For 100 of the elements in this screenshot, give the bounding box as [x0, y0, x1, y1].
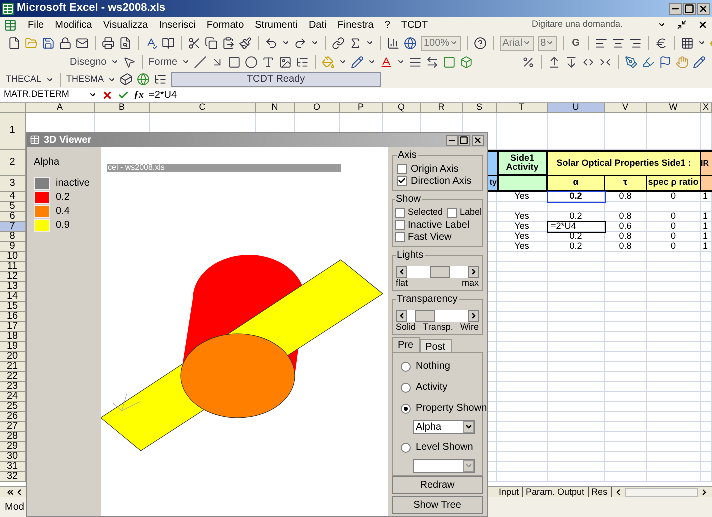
function-button[interactable]: ƒx	[134, 88, 144, 102]
shapes-menu[interactable]: Forme	[148, 54, 178, 70]
row-header[interactable]: 23	[0, 382, 26, 392]
diagram-icon[interactable]	[296, 56, 309, 68]
checkbox[interactable]	[447, 208, 458, 218]
row-header[interactable]: 29	[0, 442, 26, 452]
pointer-icon[interactable]	[122, 56, 136, 68]
checkbox-label[interactable]: Selected	[408, 206, 444, 220]
font-dropdown[interactable]: Arial	[500, 36, 534, 50]
mail-icon[interactable]	[76, 36, 89, 50]
globe-icon[interactable]	[137, 73, 150, 86]
oval-icon[interactable]	[244, 56, 258, 68]
horizontal-scrollbar[interactable]	[624, 488, 698, 496]
thesma-menu[interactable]: THESMA	[66, 72, 104, 86]
dialog-button[interactable]: Redraw	[392, 476, 483, 494]
3d-box-icon[interactable]	[460, 56, 473, 68]
book-icon[interactable]	[162, 36, 175, 50]
radio-label[interactable]: Level Shown	[416, 440, 474, 455]
line-style-icon[interactable]	[408, 56, 422, 68]
globe-icon[interactable]	[404, 36, 417, 50]
scroll-right-button[interactable]	[468, 266, 479, 278]
close-icon[interactable]	[697, 2, 710, 14]
radio-button[interactable]	[401, 362, 411, 372]
line-icon[interactable]	[194, 56, 207, 68]
dropdown[interactable]: Alpha	[413, 420, 475, 434]
tab[interactable]: Pre	[392, 337, 420, 352]
row-header[interactable]: 12	[0, 272, 26, 282]
slider-thumb[interactable]	[430, 266, 450, 278]
bold-button[interactable]: G	[570, 36, 582, 50]
thecal-menu[interactable]: THECAL	[6, 72, 42, 86]
row-header[interactable]: 22	[0, 372, 26, 382]
sheet-tab[interactable]: Param. Output	[523, 487, 589, 497]
row-header[interactable]: 16	[0, 312, 26, 322]
help-icon[interactable]	[474, 36, 487, 50]
row-header[interactable]: 17	[0, 322, 26, 332]
row-header[interactable]: 2	[0, 150, 26, 176]
align-right-icon[interactable]	[628, 36, 642, 50]
sheet-tab[interactable]: Input	[496, 487, 524, 497]
menu-item[interactable]: Modifica	[55, 18, 92, 32]
printer-icon[interactable]	[102, 36, 115, 50]
checkbox-label[interactable]: Label	[460, 206, 482, 220]
column-header[interactable]: U	[548, 103, 605, 113]
maximize-icon[interactable]	[683, 2, 696, 14]
row-header[interactable]: 4	[0, 192, 26, 202]
row-header[interactable]: 3	[0, 176, 26, 192]
borders-icon[interactable]	[680, 36, 694, 50]
menu-item[interactable]: Dati	[308, 18, 327, 32]
sheet-tab[interactable]: Res	[588, 487, 612, 497]
radio-button[interactable]	[401, 404, 411, 414]
scroll-right-icon[interactable]	[700, 488, 709, 496]
minimize-icon[interactable]	[446, 134, 458, 146]
euro-icon[interactable]	[654, 36, 668, 50]
row-header[interactable]: 8	[0, 232, 26, 242]
copy-icon[interactable]	[205, 36, 218, 50]
radio-button[interactable]	[401, 382, 411, 392]
draw-menu[interactable]: Disegno	[70, 54, 107, 70]
radio-label[interactable]: Property Shown	[416, 401, 487, 416]
row-header[interactable]: 11	[0, 262, 26, 272]
menu-item[interactable]: TCDT	[401, 18, 428, 32]
arrow-style-icon[interactable]	[426, 56, 439, 68]
maximize-icon[interactable]	[458, 134, 470, 146]
sigma-icon[interactable]	[349, 36, 362, 50]
row-header[interactable]: 1	[0, 113, 26, 150]
percent-icon[interactable]	[522, 56, 535, 68]
checkbox[interactable]	[395, 208, 405, 218]
dropdown-button[interactable]	[463, 421, 474, 433]
row-header[interactable]: 5	[0, 202, 26, 212]
formula-field[interactable]: =2*U4	[149, 88, 178, 102]
fill-color-icon[interactable]	[322, 56, 335, 68]
pencil-icon[interactable]	[693, 56, 706, 68]
undo-icon[interactable]	[265, 36, 278, 50]
lock-icon[interactable]	[59, 36, 72, 50]
row-header[interactable]: 13	[0, 282, 26, 292]
row-header[interactable]: 9	[0, 242, 26, 252]
zoom-dropdown[interactable]: 100%	[421, 36, 461, 50]
menu-item[interactable]: Strumenti	[255, 18, 298, 32]
shadow-icon[interactable]	[442, 56, 456, 68]
font-color-icon[interactable]	[380, 56, 393, 68]
row-header[interactable]: 24	[0, 392, 26, 402]
tab[interactable]: Post	[420, 339, 452, 352]
scroll-left-button[interactable]	[396, 310, 407, 322]
paintbrush-icon[interactable]	[239, 36, 252, 50]
link-icon[interactable]	[332, 36, 345, 50]
confirm-icon[interactable]	[118, 90, 129, 100]
restore-icon[interactable]	[677, 20, 687, 30]
redo-icon[interactable]	[294, 36, 307, 50]
document-icon[interactable]	[4, 18, 17, 32]
checkbox[interactable]	[397, 176, 407, 186]
print-preview-icon[interactable]	[119, 36, 132, 50]
spellcheck-icon[interactable]	[145, 36, 158, 50]
menu-item[interactable]: File	[28, 18, 44, 32]
menu-item[interactable]: Inserisci	[159, 18, 196, 32]
scroll-left-button[interactable]	[396, 266, 407, 278]
row-header[interactable]: 28	[0, 432, 26, 442]
scroll-right-button[interactable]	[468, 310, 479, 322]
previous-sheet-icon[interactable]	[15, 488, 24, 496]
first-sheet-icon[interactable]	[6, 488, 15, 496]
checkbox-label[interactable]: Origin Axis	[411, 162, 459, 176]
menu-item[interactable]: Visualizza	[103, 18, 148, 32]
align-center-icon[interactable]	[612, 36, 625, 50]
